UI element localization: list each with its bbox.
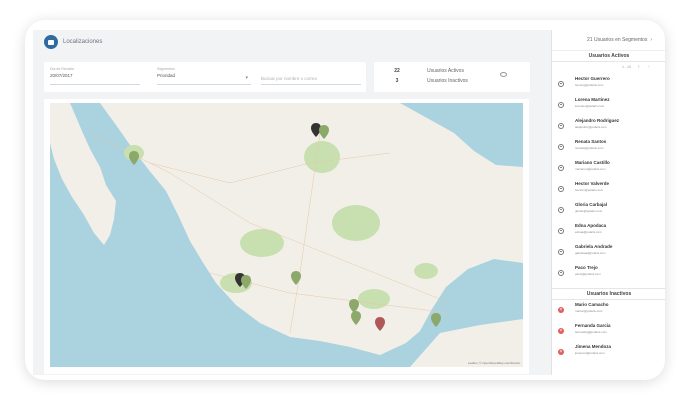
search-placeholder: Buscar por nombre o correo xyxy=(261,76,318,81)
segment-label: Segmentos xyxy=(157,67,175,71)
inactive-users-list: × Mario Camacho marioc@polaris.com × Fernand… xyxy=(552,300,665,363)
page-title: Localizaciones xyxy=(63,39,103,45)
user-row[interactable]: × Jimena Mendoza jimenam@polaris.com xyxy=(552,342,665,363)
user-email: renatas@polaris.com xyxy=(575,146,604,150)
inactive-stat: 3 Usuarios Inactivos xyxy=(374,78,530,87)
user-name: Edna Apodaca xyxy=(575,223,607,228)
inactive-users-title: Usuarios Inactivos xyxy=(552,288,665,300)
user-name: Jimena Mendoza xyxy=(575,344,612,349)
user-email: fernandag@polaris.com xyxy=(575,330,607,334)
user-email: marianoc@polaris.com xyxy=(575,167,606,171)
active-label: Usuarios Activos xyxy=(427,68,464,74)
user-email: hectorv@polaris.com xyxy=(575,188,604,192)
eye-icon[interactable] xyxy=(500,72,507,77)
device-frame: Localizaciones Día de Reunión 20/07/2017… xyxy=(25,20,665,380)
user-row[interactable]: Paco Trejo pacot@polaris.com xyxy=(552,263,665,284)
user-email: gabrielaa@polaris.com xyxy=(575,251,606,255)
header: Localizaciones xyxy=(33,30,551,54)
next-page-icon[interactable]: › xyxy=(648,64,650,70)
app-logo-icon[interactable] xyxy=(44,35,58,49)
date-label: Día de Reunión xyxy=(50,67,75,71)
chevron-down-icon[interactable]: ▾ xyxy=(245,75,248,81)
user-name: Fernanda Garcia xyxy=(575,323,611,328)
user-name: Alejandro Rodriguez xyxy=(575,118,620,123)
filter-card: Día de Reunión 20/07/2017 Segmentos Prio… xyxy=(44,62,366,92)
inactive-user-icon: × xyxy=(558,349,564,355)
user-row[interactable]: Edna Apodaca ednaa@polaris.com xyxy=(552,221,665,242)
segment-value: Prioridad xyxy=(157,73,176,78)
user-icon xyxy=(558,81,564,87)
active-count: 22 xyxy=(394,68,400,74)
user-row[interactable]: Hector Valverde hectorv@polaris.com xyxy=(552,179,665,200)
inactive-label: Usuarios Inactivos xyxy=(427,78,468,84)
user-icon xyxy=(558,207,564,213)
inactive-user-icon: × xyxy=(558,328,564,334)
segment-users-label: 21 Usuarios en Segmentos xyxy=(587,37,648,43)
user-icon xyxy=(558,144,564,150)
user-row[interactable]: Hector Guerrero hectorg@polaris.com xyxy=(552,74,665,95)
user-row[interactable]: Alejandro Rodriguez alejandror@polaris.co… xyxy=(552,116,665,137)
user-email: pacot@polaris.com xyxy=(575,272,601,276)
user-icon xyxy=(558,228,564,234)
user-row[interactable]: × Mario Camacho marioc@polaris.com xyxy=(552,300,665,321)
user-email: lorenam@polaris.com xyxy=(575,104,605,108)
user-name: Renata Santos xyxy=(575,139,607,144)
user-icon xyxy=(558,165,564,171)
user-name: Gloria Carbajal xyxy=(575,202,608,207)
user-email: ednaa@polaris.com xyxy=(575,230,602,234)
user-name: Gabriela Andrade xyxy=(575,244,613,249)
inactive-user-icon: × xyxy=(558,307,564,313)
map-attribution: Leaflet | © OpenStreetMap contributors xyxy=(468,361,521,365)
user-email: hectorg@polaris.com xyxy=(575,83,604,87)
main-panel: Localizaciones Día de Reunión 20/07/2017… xyxy=(33,30,551,375)
user-row[interactable]: × Fernanda Garcia fernandag@polaris.com xyxy=(552,321,665,342)
user-icon xyxy=(558,123,564,129)
user-name: Paco Trejo xyxy=(575,265,598,270)
user-name: Lorena Martinez xyxy=(575,97,610,102)
active-users-list: Hector Guerrero hectorg@polaris.com Lorena… xyxy=(552,74,665,284)
user-name: Mariano Castillo xyxy=(575,160,610,165)
user-email: gloriac@polaris.com xyxy=(575,209,603,213)
user-email: marioc@polaris.com xyxy=(575,309,603,313)
date-value: 20/07/2017 xyxy=(50,73,73,78)
inactive-count: 3 xyxy=(395,78,399,84)
user-sidebar: 21 Usuarios en Segmentos › Usuarios Acti… xyxy=(551,30,665,375)
user-icon xyxy=(558,249,564,255)
search-input[interactable]: Buscar por nombre o correo xyxy=(261,67,361,84)
user-email: jimenam@polaris.com xyxy=(575,351,605,355)
user-icon xyxy=(558,270,564,276)
user-icon xyxy=(558,102,564,108)
pager-count: 1 - 10 xyxy=(622,65,631,69)
user-row[interactable]: Renata Santos renatas@polaris.com xyxy=(552,137,665,158)
segment-select[interactable]: Segmentos Prioridad ▾ xyxy=(157,67,251,84)
date-field[interactable]: Día de Reunión 20/07/2017 xyxy=(50,67,140,84)
active-users-title: Usuarios Activos xyxy=(552,51,665,62)
user-row[interactable]: Gloria Carbajal gloriac@polaris.com xyxy=(552,200,665,221)
user-email: alejandror@polaris.com xyxy=(575,125,607,129)
prev-page-icon[interactable]: ‹ xyxy=(638,64,640,70)
user-name: Mario Camacho xyxy=(575,302,609,307)
map-card: Leaflet | © OpenStreetMap contributors xyxy=(44,99,529,374)
user-icon xyxy=(558,186,564,192)
user-name: Hector Guerrero xyxy=(575,76,610,81)
segment-users-link[interactable]: 21 Usuarios en Segmentos › xyxy=(552,30,665,51)
user-row[interactable]: Gabriela Andrade gabrielaa@polaris.com xyxy=(552,242,665,263)
map[interactable]: Leaflet | © OpenStreetMap contributors xyxy=(50,103,523,367)
app-window: Localizaciones Día de Reunión 20/07/2017… xyxy=(33,30,665,375)
user-name: Hector Valverde xyxy=(575,181,610,186)
pager: 1 - 10 ‹ › xyxy=(552,62,665,74)
user-row[interactable]: Lorena Martinez lorenam@polaris.com xyxy=(552,95,665,116)
chevron-right-icon[interactable]: › xyxy=(650,37,652,43)
user-row[interactable]: Mariano Castillo marianoc@polaris.com xyxy=(552,158,665,179)
stats-card: 22 Usuarios Activos 3 Usuarios Inactivos xyxy=(374,62,530,92)
